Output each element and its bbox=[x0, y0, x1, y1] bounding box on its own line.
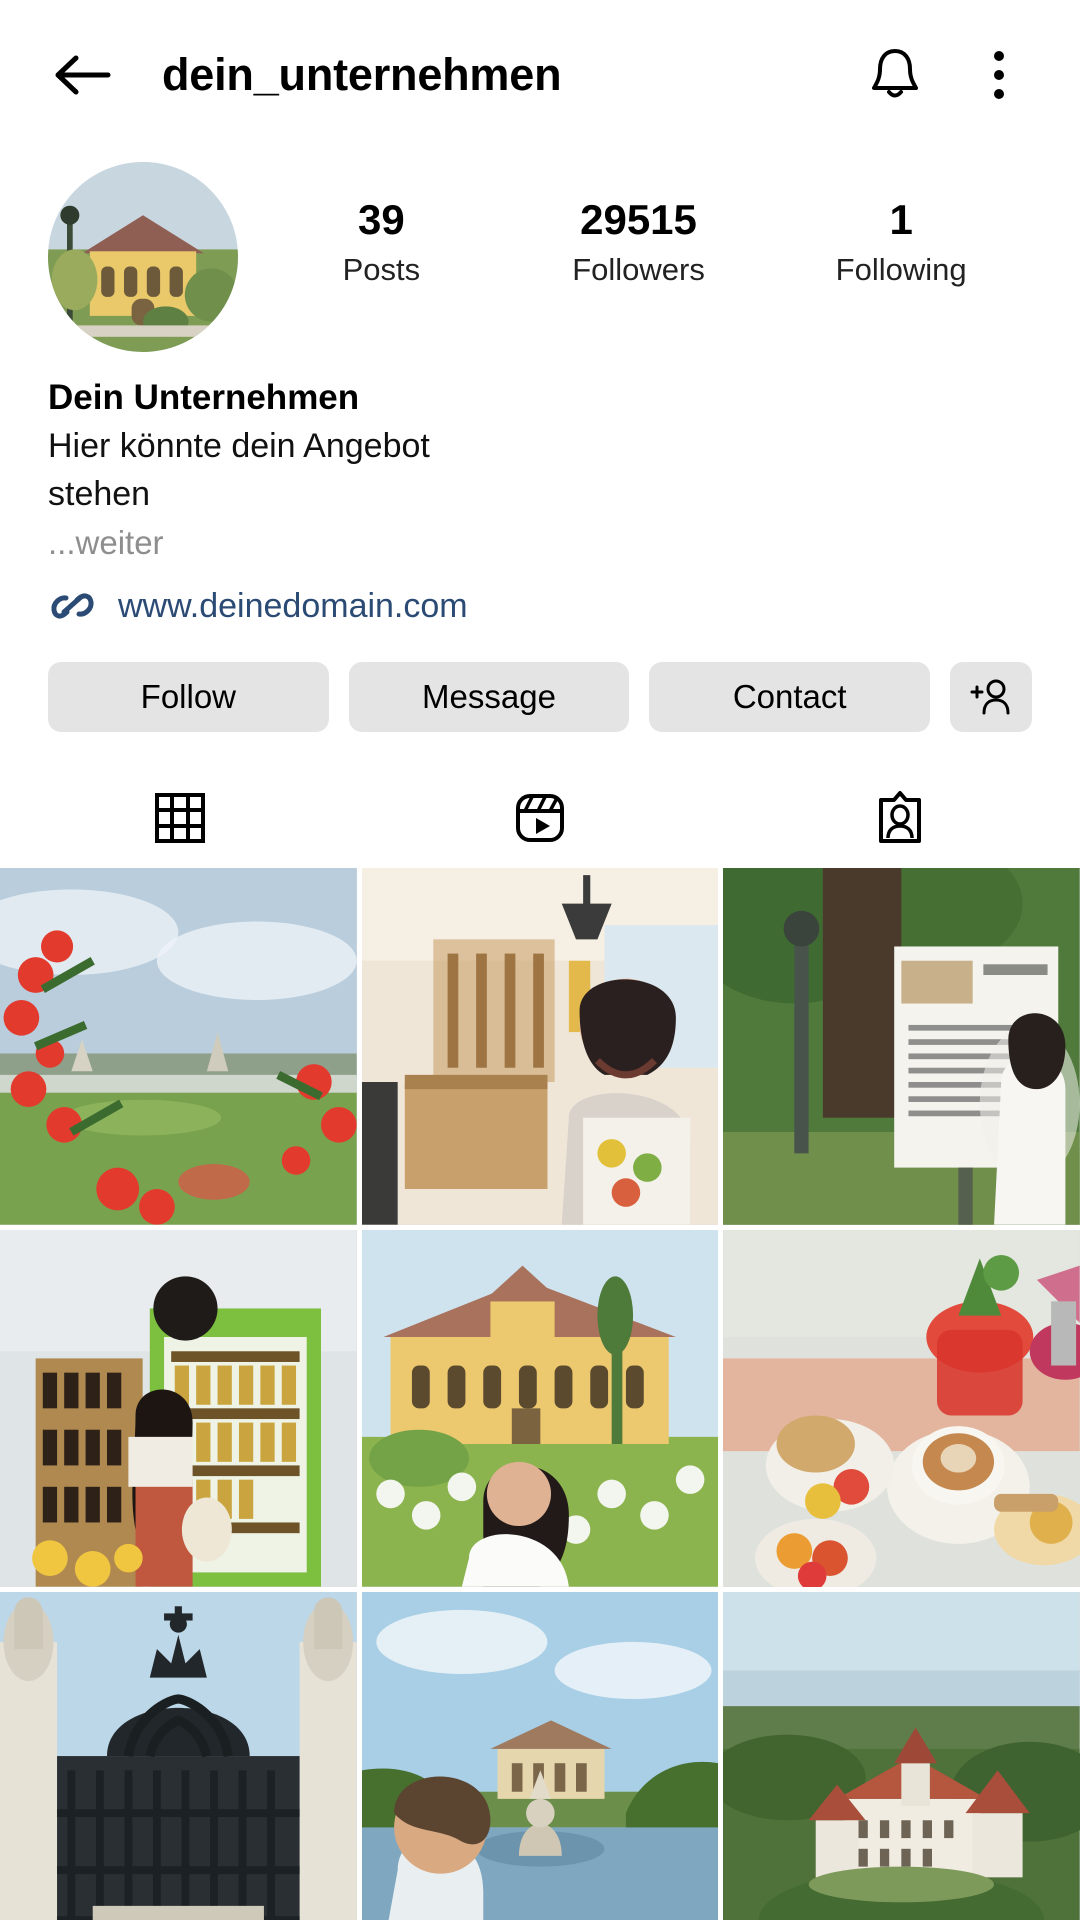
grid-post-1 bbox=[0, 868, 357, 1225]
profile-bio: Dein Unternehmen Hier könnte dein Angebo… bbox=[0, 374, 1080, 628]
three-dot-menu-icon bbox=[994, 51, 1004, 99]
tab-reels[interactable] bbox=[360, 772, 720, 864]
grid-post-6 bbox=[723, 1229, 1080, 1587]
yellow-baroque-palace-avatar bbox=[48, 162, 238, 352]
profile-summary: 39 Posts 29515 Followers 1 Following bbox=[0, 162, 1080, 352]
table-row[interactable] bbox=[0, 868, 357, 1225]
bio-more-link[interactable]: ...weiter bbox=[48, 524, 1032, 562]
profile-avatar[interactable] bbox=[48, 162, 238, 352]
content-tabs bbox=[0, 772, 1080, 864]
message-button[interactable]: Message bbox=[348, 662, 630, 733]
add-person-icon bbox=[970, 679, 1010, 715]
posts-count: 39 bbox=[358, 196, 405, 243]
following-label: Following bbox=[835, 252, 967, 288]
grid-post-9 bbox=[723, 1591, 1080, 1920]
table-row[interactable] bbox=[361, 1229, 719, 1587]
table-row[interactable] bbox=[723, 1229, 1080, 1587]
grid-post-8 bbox=[361, 1591, 719, 1920]
following-count: 1 bbox=[889, 196, 913, 243]
website-row[interactable]: www.deinedomain.com bbox=[48, 584, 1032, 628]
table-row[interactable] bbox=[361, 1591, 719, 1920]
page-title: dein_unternehmen bbox=[162, 49, 562, 100]
bio-line-1: Hier könnte dein Angebot bbox=[48, 427, 430, 466]
followers-label: Followers bbox=[572, 252, 705, 288]
grid-icon bbox=[155, 793, 205, 844]
table-row[interactable] bbox=[0, 1591, 357, 1920]
back-button[interactable] bbox=[46, 38, 120, 112]
grid-post-5 bbox=[361, 1229, 719, 1587]
table-row[interactable] bbox=[0, 1229, 357, 1587]
table-row[interactable] bbox=[361, 868, 719, 1225]
tagged-person-icon bbox=[879, 791, 921, 844]
grid-post-3 bbox=[723, 868, 1080, 1225]
instagram-profile-screen: dein_unternehmen 39 Posts 29515 Follower… bbox=[0, 0, 1080, 1920]
profile-stats: 39 Posts 29515 Followers 1 Following bbox=[256, 162, 1032, 288]
notifications-button[interactable] bbox=[860, 40, 930, 110]
chain-link-icon bbox=[51, 593, 94, 619]
stat-posts[interactable]: 39 Posts bbox=[321, 196, 441, 288]
back-arrow-icon bbox=[55, 55, 111, 95]
bell-icon bbox=[872, 49, 918, 98]
stat-following[interactable]: 1 Following bbox=[836, 196, 967, 288]
profile-action-buttons: Follow Message Contact bbox=[0, 662, 1080, 733]
stat-followers[interactable]: 29515 Followers bbox=[572, 196, 705, 288]
website-link[interactable]: www.deinedomain.com bbox=[118, 587, 468, 626]
suggest-people-button[interactable] bbox=[950, 662, 1033, 733]
grid-post-4 bbox=[0, 1229, 357, 1587]
followers-count: 29515 bbox=[580, 196, 697, 243]
grid-post-7 bbox=[0, 1591, 357, 1920]
contact-button[interactable]: Contact bbox=[649, 662, 931, 733]
follow-button[interactable]: Follow bbox=[48, 662, 329, 733]
posts-label: Posts bbox=[342, 252, 421, 288]
app-header: dein_unternehmen bbox=[0, 0, 1080, 150]
table-row[interactable] bbox=[723, 868, 1080, 1225]
more-options-button[interactable] bbox=[964, 40, 1034, 110]
display-name: Dein Unternehmen bbox=[48, 378, 360, 417]
tab-tagged[interactable] bbox=[720, 772, 1080, 864]
tab-grid[interactable] bbox=[0, 772, 360, 864]
table-row[interactable] bbox=[723, 1591, 1080, 1920]
reels-icon bbox=[516, 794, 564, 843]
grid-post-2 bbox=[361, 868, 719, 1225]
bio-line-2: stehen bbox=[48, 474, 151, 513]
post-grid bbox=[0, 868, 1080, 1920]
header-actions bbox=[860, 40, 1034, 110]
